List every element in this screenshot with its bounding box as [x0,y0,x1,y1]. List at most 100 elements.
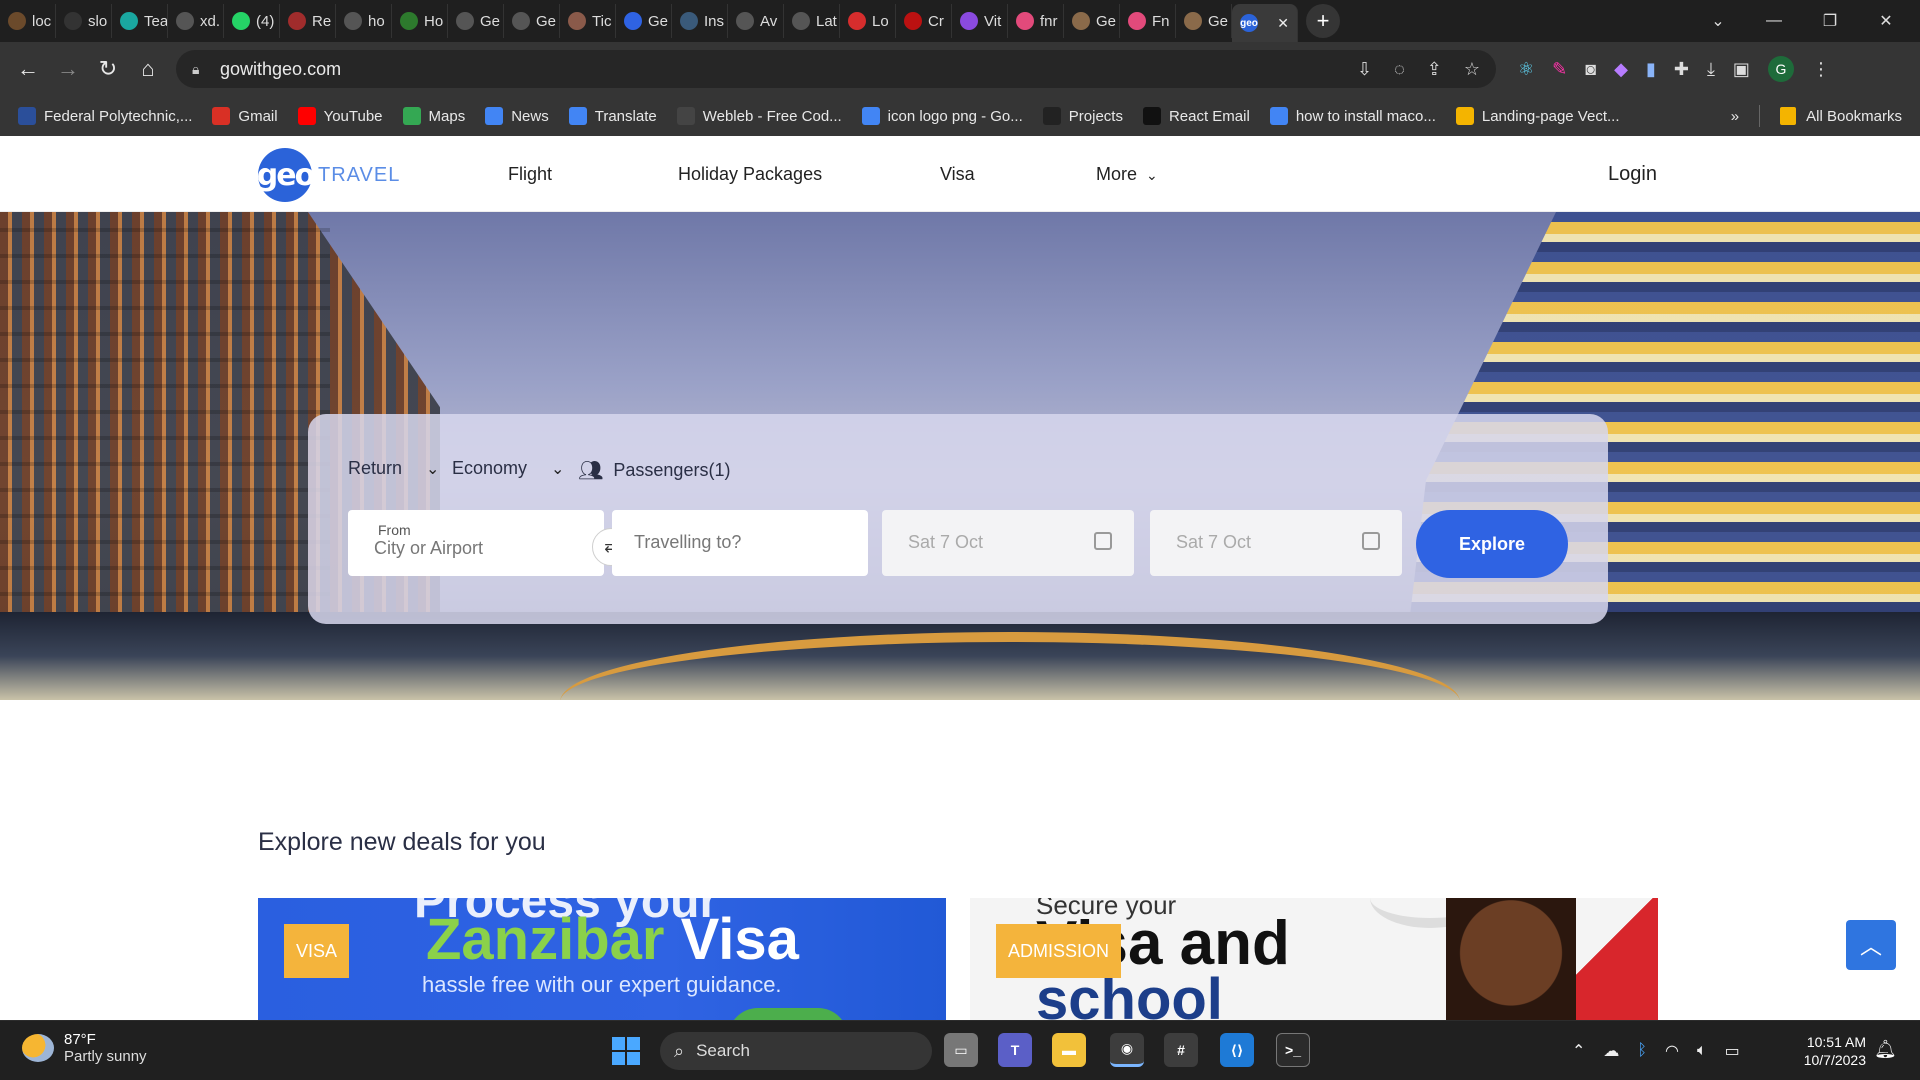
bookmark-item[interactable]: Webleb - Free Cod... [676,107,842,125]
terminal-icon[interactable]: >_ [1276,1033,1310,1067]
share-icon[interactable]: ⇪ [1427,59,1442,80]
nav-visa[interactable]: Visa [940,164,975,185]
depart-date-field[interactable]: Sat 7 Oct [882,510,1134,576]
browser-tab[interactable]: Ge [616,4,672,38]
nav-flight[interactable]: Flight [508,164,552,185]
trip-type-select[interactable]: Return ⌄ [348,458,439,479]
bookmark-item[interactable]: how to install maco... [1269,107,1436,125]
install-app-icon[interactable]: ⇩ [1357,59,1372,80]
browser-tab[interactable]: Ge [1064,4,1120,38]
bookmark-item[interactable]: YouTube [297,107,383,125]
nav-holiday-packages[interactable]: Holiday Packages [678,164,822,185]
bookmark-item[interactable]: News [485,107,549,125]
cabin-class-select[interactable]: Economy ⌄ [452,458,564,479]
slack-icon[interactable]: # [1164,1033,1198,1067]
deal-card-visa[interactable]: Process your Zanzibar Visa hassle free w… [258,898,946,1020]
file-explorer-icon[interactable]: ▬ [1052,1033,1086,1067]
bookmark-item[interactable]: Gmail [212,107,278,125]
browser-tab[interactable]: Vit [952,4,1008,38]
camera-icon[interactable]: ◙ [1585,59,1596,80]
return-date-field[interactable]: Sat 7 Oct [1150,510,1402,576]
passengers-select[interactable]: 👥︎ Passengers(1) [578,458,730,483]
login-link[interactable]: Login [1608,163,1657,186]
site-logo[interactable]: geo TRAVEL [257,148,400,202]
profile-avatar[interactable]: G [1767,56,1794,82]
weather-widget[interactable]: 87°F Partly sunny [22,1031,147,1065]
vscode-icon[interactable]: ⟨⟩ [1220,1033,1254,1067]
bookmark-item[interactable]: Federal Polytechnic,... [18,107,192,125]
browser-tab[interactable]: loc [0,4,56,38]
back-arrow-icon[interactable]: ← [8,49,48,89]
bluetooth-icon[interactable]: ᛒ [1637,1042,1647,1060]
reload-icon[interactable]: ↻ [88,49,128,89]
browser-tab[interactable]: fnr [1008,4,1064,38]
chrome-icon[interactable]: ◉ [1110,1033,1144,1067]
system-clock[interactable]: 10:51 AM 10/7/2023 [1790,1033,1866,1069]
chevron-up-icon[interactable]: ⌃ [1572,1041,1585,1061]
browser-tab-active[interactable]: geo ✕ [1232,4,1298,42]
tracking-eye-icon[interactable]: ◌ [1394,59,1405,80]
extension-purple-icon[interactable]: ◆ [1614,59,1628,80]
browser-tab[interactable]: Re [280,4,336,38]
battery-icon[interactable]: ▭ [1725,1041,1740,1061]
browser-tab[interactable]: Ins [672,4,728,38]
browser-tab[interactable]: Ge [1176,4,1232,38]
browser-tab[interactable]: Tea [112,4,168,38]
site-info-icon[interactable]: 🔒︎ [192,61,206,77]
windows-start-icon[interactable] [612,1037,640,1065]
browser-tab[interactable]: Tic [560,4,616,38]
bookmarks-bar: Federal Polytechnic,... Gmail YouTube Maps N… [0,96,1920,136]
scroll-to-top-button[interactable]: ︿ [1846,920,1896,970]
wifi-icon[interactable]: ◠ [1665,1041,1679,1061]
browser-tab[interactable]: xd. [168,4,224,38]
react-devtools-icon[interactable]: ⚛ [1518,59,1534,80]
browser-tab[interactable]: Ge [448,4,504,38]
browser-tab[interactable]: Ge [504,4,560,38]
browser-tab[interactable]: slo [56,4,112,38]
volume-icon[interactable]: 🔈︎ [1697,1042,1707,1060]
explore-button[interactable]: Explore [1416,510,1568,578]
browser-tab[interactable]: Cr [896,4,952,38]
notification-bell-icon[interactable]: 🔔︎ [1874,1039,1897,1060]
tab-search-chevron-icon[interactable]: ⌄ [1690,0,1746,42]
address-bar[interactable]: 🔒︎ gowithgeo.com ⇩ ◌ ⇪ ☆ [176,50,1496,88]
color-picker-icon[interactable]: ✎ [1552,59,1567,80]
restore-button[interactable]: ❐ [1802,0,1858,42]
browser-tab[interactable]: Fn [1120,4,1176,38]
close-tab-icon[interactable]: ✕ [1277,15,1289,32]
extensions-puzzle-icon[interactable]: ✚ [1674,59,1689,80]
bookmark-item[interactable]: Landing-page Vect... [1455,107,1619,125]
nav-more[interactable]: More ⌄ [1096,164,1158,185]
docs-icon[interactable]: ▮ [1646,59,1656,80]
task-view-icon[interactable]: ▭ [944,1033,978,1067]
bookmark-item[interactable]: React Email [1142,107,1250,125]
bookmark-item[interactable]: Maps [402,107,465,125]
browser-tab[interactable]: ho [336,4,392,38]
close-window-button[interactable]: ✕ [1858,0,1914,42]
side-panel-icon[interactable]: ▣ [1733,59,1750,80]
teams-icon[interactable]: T [998,1033,1032,1067]
all-bookmarks-link[interactable]: All Bookmarks [1806,108,1902,125]
menu-kebab-icon[interactable]: ⋮ [1812,59,1830,80]
onedrive-icon[interactable]: ☁ [1603,1041,1619,1061]
forward-arrow-icon[interactable]: → [48,49,88,89]
destination-field[interactable]: Travelling to? [612,510,868,576]
browser-tab[interactable]: Lo [840,4,896,38]
home-icon[interactable]: ⌂ [128,49,168,89]
minimize-button[interactable]: — [1746,0,1802,42]
tab-favicon-icon [456,12,474,30]
deal-card-admission[interactable]: Secure your Visa and school ADMISSION [970,898,1658,1020]
browser-tab[interactable]: (4) [224,4,280,38]
browser-tab[interactable]: Ho [392,4,448,38]
bookmark-item[interactable]: icon logo png - Go... [861,107,1023,125]
new-tab-button[interactable]: + [1306,4,1340,38]
browser-tab[interactable]: Av [728,4,784,38]
bookmark-star-icon[interactable]: ☆ [1464,59,1480,80]
more-bookmarks-chevron[interactable]: » [1731,108,1739,125]
taskbar-search[interactable]: ⌕ Search [660,1032,932,1070]
bookmark-item[interactable]: Projects [1042,107,1123,125]
bookmark-item[interactable]: Translate [568,107,657,125]
downloads-icon[interactable]: ⤓ [1707,59,1715,80]
browser-tab[interactable]: Lat [784,4,840,38]
from-field[interactable]: From City or Airport [348,510,604,576]
